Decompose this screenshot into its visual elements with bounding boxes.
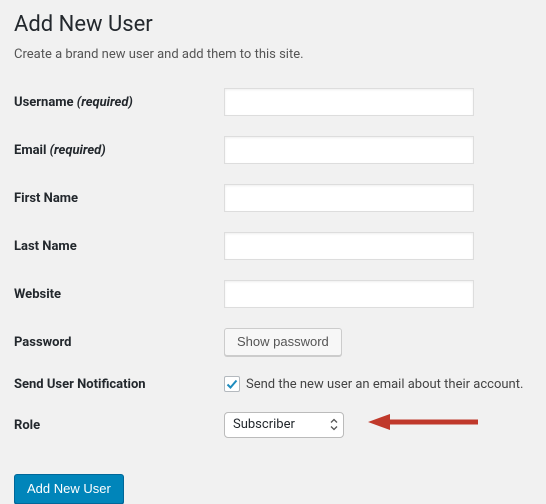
last-name-field[interactable] [224,232,474,260]
email-field[interactable] [224,136,474,164]
first-name-field[interactable] [224,184,474,212]
role-select[interactable]: Subscriber [224,412,344,438]
username-label: Username (required) [14,95,224,110]
username-field[interactable] [224,88,474,116]
website-field[interactable] [224,280,474,308]
password-label: Password [14,335,224,350]
arrow-left-icon [368,412,478,436]
send-notification-label: Send User Notification [14,377,224,392]
checkmark-icon [226,378,238,390]
show-password-button[interactable]: Show password [224,328,342,356]
page-title: Add New User [14,12,532,37]
last-name-label: Last Name [14,239,224,254]
page-description: Create a brand new user and add them to … [14,47,532,62]
role-label: Role [14,418,224,433]
send-notification-text: Send the new user an email about their a… [246,377,523,392]
email-label: Email (required) [14,143,224,158]
website-label: Website [14,287,224,302]
first-name-label: First Name [14,191,224,206]
send-notification-checkbox[interactable] [224,376,240,392]
